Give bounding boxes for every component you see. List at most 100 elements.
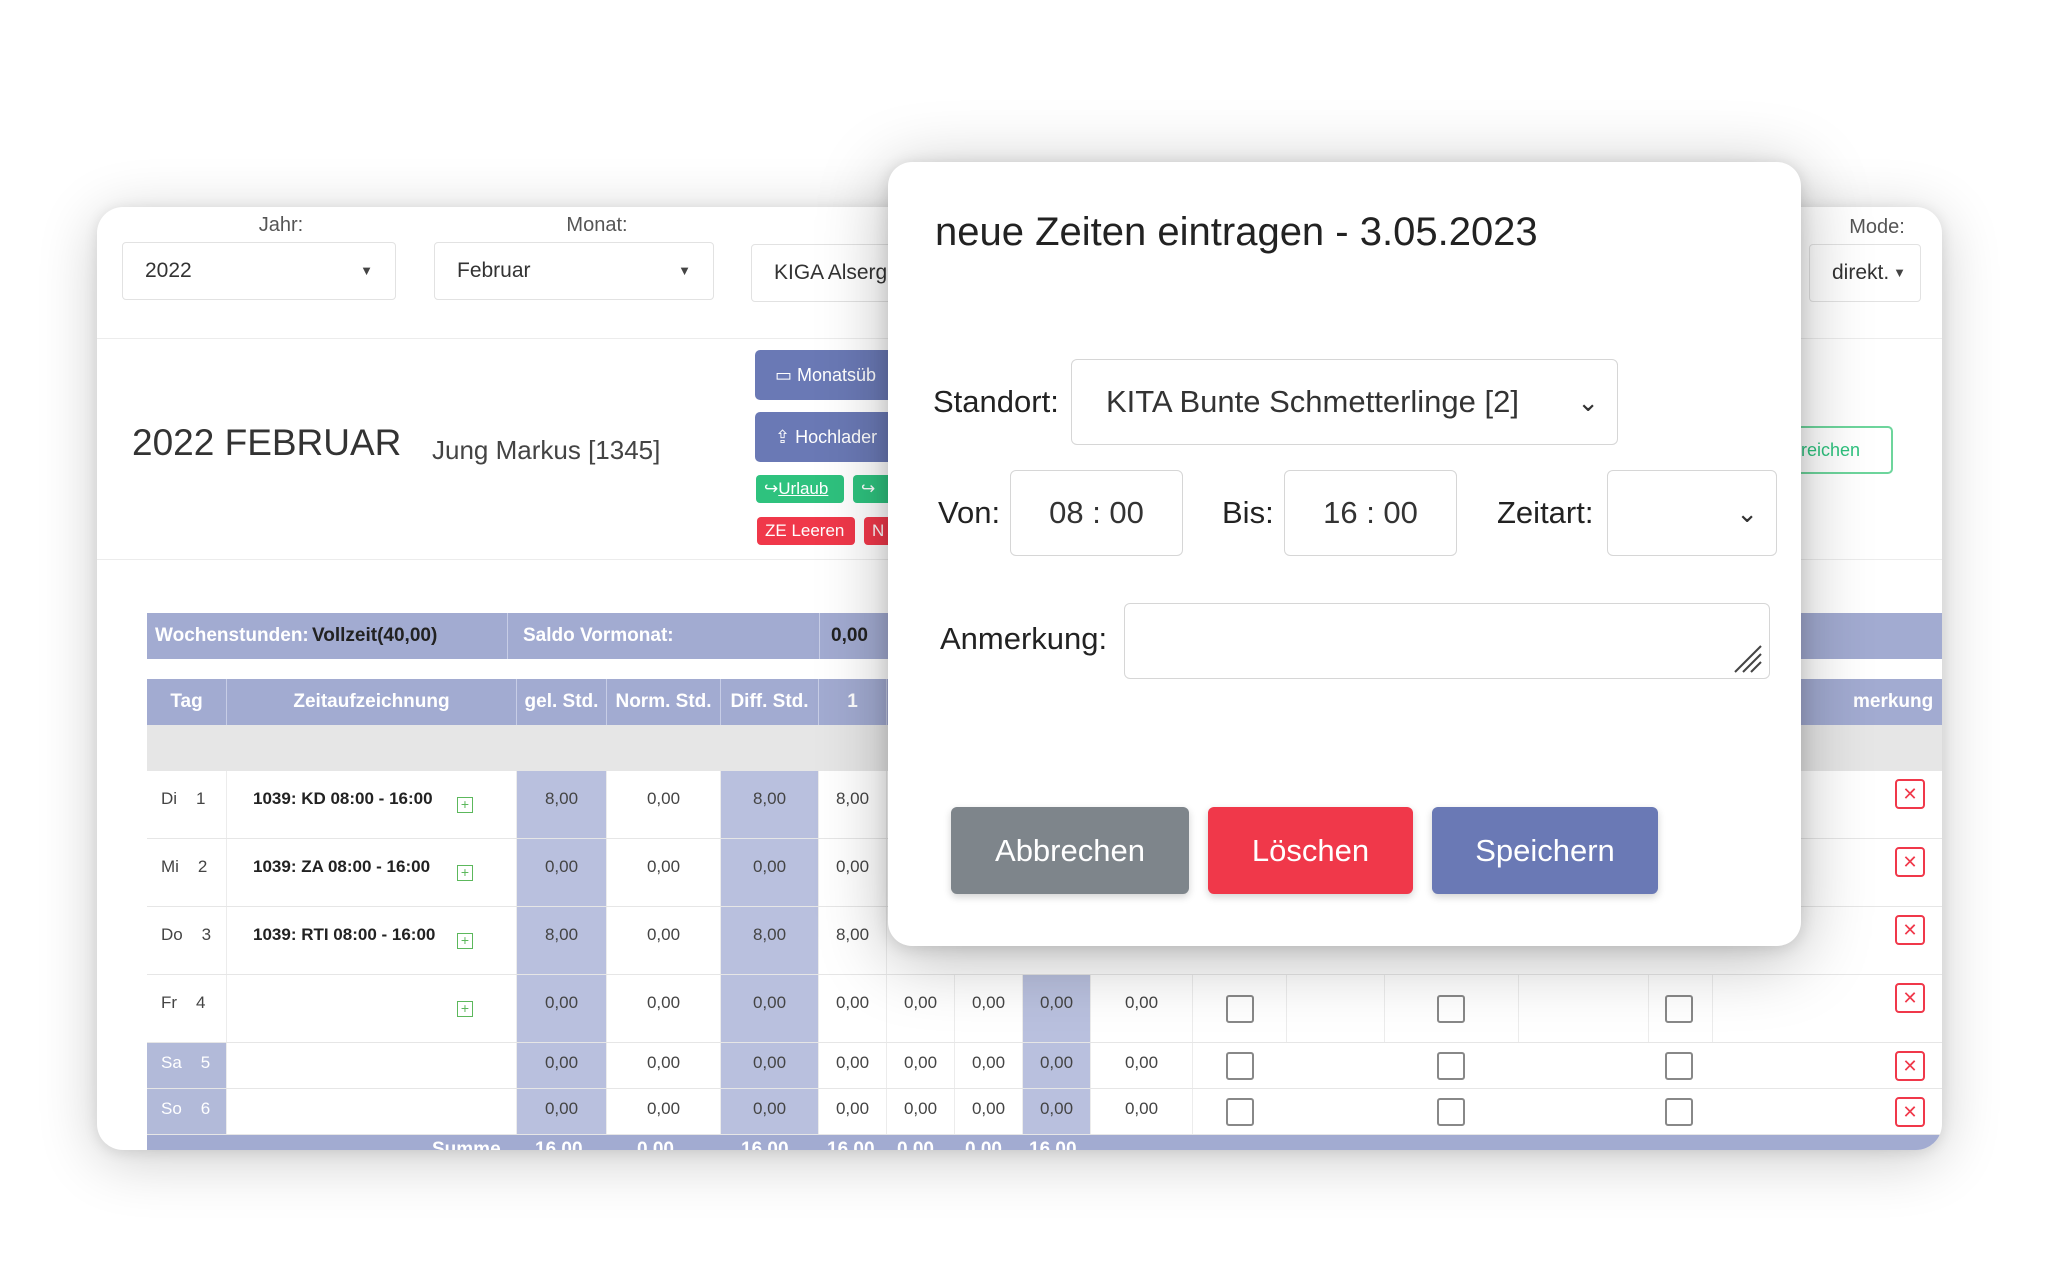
- weekday: Sa: [161, 1053, 182, 1072]
- calendar-icon: ▭: [775, 365, 798, 385]
- worked-cell: 0,00: [517, 839, 607, 906]
- mode-label: Mode:: [1849, 216, 1905, 238]
- col5-cell: 0,00: [1091, 1043, 1193, 1088]
- clear-entries-chip[interactable]: ZE Leeren: [757, 517, 855, 545]
- weekday: So: [161, 1099, 182, 1118]
- add-entry-icon[interactable]: +: [457, 797, 473, 813]
- col1-cell: 8,00: [819, 907, 887, 974]
- diff-cell: 0,00: [721, 839, 819, 906]
- col-header-1: 1: [819, 679, 887, 725]
- norm-cell: 0,00: [607, 1043, 721, 1088]
- employee-name: Jung Markus [1345]: [432, 435, 661, 465]
- save-button[interactable]: Speichern: [1432, 807, 1658, 894]
- delete-row-icon[interactable]: ✕: [1895, 847, 1925, 877]
- sum-worked: 16,00: [535, 1139, 583, 1150]
- to-time-input[interactable]: 16 : 00: [1284, 470, 1457, 556]
- checkbox[interactable]: [1665, 1098, 1693, 1126]
- table-row: Sa 5 0,00 0,00 0,00 0,00 0,00 0,00 0,00 …: [147, 1043, 1942, 1089]
- prev-balance-label: Saldo Vormonat:: [523, 625, 674, 646]
- remark-textarea[interactable]: [1124, 603, 1770, 679]
- monthly-overview-label: Monatsüb: [797, 365, 877, 385]
- norm-cell: 0,00: [607, 907, 721, 974]
- worked-cell: 0,00: [517, 975, 607, 1042]
- vacation-chip[interactable]: ↪Urlaub: [756, 475, 844, 503]
- weekday-cell: Sa 5: [147, 1043, 227, 1088]
- diff-cell: 0,00: [721, 975, 819, 1042]
- bar-divider: [819, 613, 820, 659]
- checkbox[interactable]: [1665, 995, 1693, 1023]
- checkbox[interactable]: [1437, 1052, 1465, 1080]
- year-select[interactable]: 2022 ▼: [122, 242, 396, 300]
- upload-label: Hochlader: [795, 427, 878, 447]
- month-select-value: Februar: [457, 259, 531, 282]
- new-times-modal: neue Zeiten eintragen - 3.05.2023 Stando…: [888, 162, 1801, 946]
- share-chip[interactable]: ↪: [853, 475, 893, 503]
- month-select[interactable]: Februar ▼: [434, 242, 714, 300]
- checkbox[interactable]: [1226, 1052, 1254, 1080]
- checkbox[interactable]: [1226, 1098, 1254, 1126]
- add-entry-icon[interactable]: +: [457, 1001, 473, 1017]
- col5-cell: 0,00: [1091, 1089, 1193, 1134]
- checkbox[interactable]: [1437, 995, 1465, 1023]
- delete-button[interactable]: Löschen: [1208, 807, 1413, 894]
- weekday: Mi: [161, 857, 179, 876]
- share-icon: ↪: [764, 479, 779, 498]
- sum-col4: 16,00: [1029, 1139, 1077, 1150]
- year-label: Jahr:: [258, 214, 304, 236]
- modal-title: neue Zeiten eintragen - 3.05.2023: [935, 210, 1538, 254]
- from-time-value: 08 : 00: [1049, 495, 1144, 530]
- caret-down-icon: ▼: [678, 263, 691, 278]
- norm-cell: 0,00: [607, 975, 721, 1042]
- time-record-cell: 1039: KD 08:00 - 16:00: [227, 771, 517, 838]
- prev-balance-value: 0,00: [831, 625, 868, 646]
- from-label: Von:: [938, 495, 1001, 530]
- worked-cell: 8,00: [517, 907, 607, 974]
- to-time-value: 16 : 00: [1323, 495, 1418, 530]
- col-header-norm: Norm. Std.: [607, 679, 721, 725]
- add-entry-icon[interactable]: +: [457, 933, 473, 949]
- col1-cell: 0,00: [819, 975, 887, 1042]
- share-icon: ↪: [861, 479, 876, 498]
- location-select[interactable]: KITA Bunte Schmetterlinge [2] ⌄: [1071, 359, 1618, 445]
- delete-row-icon[interactable]: ✕: [1895, 1051, 1925, 1081]
- weekly-hours-label: Wochenstunden:: [155, 625, 309, 646]
- chevron-down-icon: ⌄: [1736, 498, 1758, 528]
- time-record-cell: 1039: RTI 08:00 - 16:00: [227, 907, 517, 974]
- delete-row-icon[interactable]: ✕: [1895, 983, 1925, 1013]
- col2-cell: 0,00: [887, 1043, 955, 1088]
- cancel-button[interactable]: Abbrechen: [951, 807, 1189, 894]
- delete-row-icon[interactable]: ✕: [1895, 915, 1925, 945]
- col5-cell: 0,00: [1091, 975, 1193, 1042]
- checkbox[interactable]: [1437, 1098, 1465, 1126]
- add-entry-icon[interactable]: +: [457, 865, 473, 881]
- to-label: Bis:: [1222, 495, 1274, 530]
- weekday-cell: Mi 2: [147, 839, 227, 906]
- col-header-time-record: Zeitaufzeichnung: [227, 679, 517, 725]
- time-record-cell: [227, 975, 517, 1042]
- weekday-cell: Fr 4: [147, 975, 227, 1042]
- remark-label: Anmerkung:: [940, 621, 1108, 656]
- sum-col2: 0,00: [897, 1139, 934, 1150]
- resize-grip-icon[interactable]: [1731, 642, 1763, 674]
- time-type-select[interactable]: ⌄: [1607, 470, 1777, 556]
- checkbox[interactable]: [1665, 1052, 1693, 1080]
- bar-divider: [507, 613, 508, 659]
- from-time-input[interactable]: 08 : 00: [1010, 470, 1183, 556]
- weekday-cell: Di 1: [147, 771, 227, 838]
- day-number: 5: [200, 1053, 211, 1072]
- mode-select[interactable]: direkt. ▼: [1809, 244, 1921, 302]
- sum-row: Summe 16,00 0,00 16,00 16,00 0,00 0,00 1…: [147, 1135, 1942, 1150]
- delete-row-icon[interactable]: ✕: [1895, 779, 1925, 809]
- checkbox[interactable]: [1226, 995, 1254, 1023]
- weekly-hours-value: Vollzeit(40,00): [312, 625, 438, 646]
- diff-cell: 8,00: [721, 907, 819, 974]
- col-header-day: Tag: [147, 679, 227, 725]
- col1-cell: 0,00: [819, 1043, 887, 1088]
- weekday: Fr: [161, 993, 178, 1012]
- clear-entries-label: ZE Leeren: [765, 521, 845, 540]
- upload-icon: ⇪: [775, 427, 796, 447]
- sum-diff: 16,00: [741, 1139, 789, 1150]
- col-header-diff: Diff. Std.: [721, 679, 819, 725]
- red-chip-2-label: N: [872, 521, 885, 540]
- delete-row-icon[interactable]: ✕: [1895, 1097, 1925, 1127]
